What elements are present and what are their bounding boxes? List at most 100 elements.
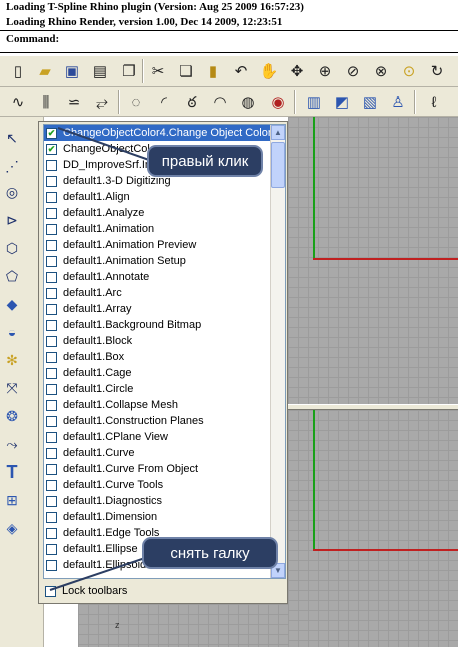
toolbar-checkbox[interactable] — [46, 463, 57, 475]
toolbar-checkbox[interactable] — [46, 271, 57, 283]
toolbar-checkbox[interactable] — [46, 479, 57, 491]
toolbar-checkbox[interactable] — [46, 511, 57, 523]
toolbar-list-item[interactable]: default1.Animation — [44, 221, 272, 237]
control-points-icon[interactable]: ⫼ — [34, 91, 58, 113]
circle-tool-icon[interactable]: ◎ — [2, 181, 22, 203]
open-folder-icon[interactable]: ▰ — [33, 60, 57, 82]
color-icon[interactable]: ◍ — [236, 91, 260, 113]
new-file-icon[interactable]: ▯ — [6, 60, 30, 82]
rotate-icon[interactable]: ↻ — [425, 60, 449, 82]
zoom-window-icon[interactable]: ⊕ — [313, 60, 337, 82]
curve-tool-icon[interactable]: ⊳ — [2, 209, 22, 231]
cut-icon[interactable]: ✂ — [146, 60, 170, 82]
print-icon[interactable]: ▤ — [88, 60, 112, 82]
point-icon[interactable]: ⋰ — [2, 155, 22, 177]
toolbar-list-item[interactable]: default1.Background Bitmap — [44, 317, 272, 333]
select-arrow-icon[interactable]: ↖ — [2, 127, 22, 149]
toolbar-list-item[interactable]: default1.Arc — [44, 285, 272, 301]
toolbar-checkbox[interactable] — [46, 303, 57, 315]
toolbar-checkbox[interactable] — [46, 367, 57, 379]
toolbar-checkbox[interactable]: ✔ — [46, 127, 57, 139]
import-icon[interactable]: ❐ — [117, 60, 141, 82]
zoom-dynamic-icon[interactable]: ⊘ — [341, 60, 365, 82]
user-icon[interactable]: ▧ — [358, 91, 382, 113]
properties-icon[interactable]: ▥ — [302, 91, 326, 113]
toolbar-list-item[interactable]: default1.Box — [44, 349, 272, 365]
lasso-select-icon[interactable]: ℓ — [422, 91, 446, 113]
lock-toolbars-option[interactable]: Lock toolbars — [45, 585, 127, 597]
toolbar-list-item[interactable]: default1.Array — [44, 301, 272, 317]
scroll-up-icon[interactable]: ▲ — [271, 125, 285, 140]
scroll-thumb[interactable] — [271, 142, 285, 188]
toolbar-checkbox[interactable] — [46, 287, 57, 299]
bottom-left-viewport[interactable] — [78, 604, 288, 647]
toolbar-list-item[interactable]: default1.Curve From Object — [44, 461, 272, 477]
toolbar-list-item[interactable]: default1.Animation Setup — [44, 253, 272, 269]
toolbar-checkbox[interactable] — [46, 415, 57, 427]
toolbar-checkbox[interactable] — [46, 399, 57, 411]
toolbar-list-item[interactable]: default1.Align — [44, 189, 272, 205]
toolbar-list-item[interactable]: default1.CPlane View — [44, 429, 272, 445]
lasso-icon[interactable]: ఠ — [180, 91, 204, 113]
toolbar-list-item[interactable]: default1.Circle — [44, 381, 272, 397]
render-cube-icon[interactable]: ◈ — [2, 517, 22, 539]
zoom-extents-icon[interactable]: ⊗ — [369, 60, 393, 82]
toolbar-checkbox[interactable] — [46, 383, 57, 395]
toolbar-checkbox[interactable] — [46, 447, 57, 459]
toolbar-checkbox[interactable] — [46, 239, 57, 251]
pan-hand-icon[interactable]: ✋ — [257, 60, 281, 82]
toolbar-list-item[interactable]: default1.Dimension — [44, 509, 272, 525]
toolbar-list-item[interactable]: default1.Analyze — [44, 205, 272, 221]
transform-icon[interactable]: ⤧ — [2, 377, 22, 399]
zoom-selected-icon[interactable]: ⊙ — [397, 60, 421, 82]
toolbar-list-item[interactable]: default1.Cage — [44, 365, 272, 381]
user-icon[interactable]: ♙ — [386, 91, 410, 113]
polyline-icon[interactable]: ⋍ — [62, 91, 86, 113]
toolbar-list-item[interactable]: default1.Diagnostics — [44, 493, 272, 509]
rebuild-icon[interactable]: ⥂ — [90, 91, 114, 113]
toolbar-checkbox[interactable] — [46, 527, 57, 539]
group-icon[interactable]: ⊞ — [2, 489, 22, 511]
cylinder-icon[interactable]: ◒ — [2, 321, 22, 343]
curve-icon[interactable]: ∿ — [6, 91, 30, 113]
toolbar-checkbox[interactable] — [46, 207, 57, 219]
toolbar-list[interactable]: ✔ ChangeObjectColor4.Change Object Color ✔… — [43, 124, 286, 579]
toolbar-checkbox[interactable] — [46, 543, 57, 555]
undo-icon[interactable]: ↶ — [229, 60, 253, 82]
toolbar-checkbox[interactable] — [46, 175, 57, 187]
copy-icon[interactable]: ❏ — [174, 60, 198, 82]
toolbar-checkbox[interactable] — [46, 255, 57, 267]
layer-icon[interactable]: ◉ — [266, 91, 290, 113]
toolbar-list-item[interactable]: default1.Animation Preview — [44, 237, 272, 253]
control-point-icon[interactable]: ⬠ — [2, 265, 22, 287]
toolbar-checkbox[interactable] — [46, 319, 57, 331]
toolbar-checkbox[interactable] — [46, 559, 57, 571]
toolbar-list-item[interactable]: default1.Curve — [44, 445, 272, 461]
arc-icon[interactable]: ◜ — [152, 91, 176, 113]
toolbar-list-item[interactable]: default1.Block — [44, 333, 272, 349]
toolbar-checkbox[interactable] — [46, 431, 57, 443]
polygon-icon[interactable]: ⬡ — [2, 237, 22, 259]
command-prompt[interactable]: Command: — [6, 33, 59, 45]
fillet-icon[interactable]: ✻ — [2, 349, 22, 371]
circle-icon[interactable]: ◌ — [124, 91, 148, 113]
paste-icon[interactable]: ▮ — [201, 60, 225, 82]
render-icon[interactable]: ◩ — [330, 91, 354, 113]
rotate-view-icon[interactable]: ✥ — [285, 60, 309, 82]
save-icon[interactable]: ▣ — [60, 60, 84, 82]
toolbar-checkbox[interactable] — [46, 495, 57, 507]
sweep-icon[interactable]: ⤳ — [2, 433, 22, 455]
toolbar-checkbox[interactable] — [46, 191, 57, 203]
toolbar-list-item[interactable]: default1.Annotate — [44, 269, 272, 285]
toolbar-list-item[interactable]: ✔ ChangeObjectColor4.Change Object Color — [44, 125, 272, 141]
toolbar-list-item[interactable]: default1.Collapse Mesh — [44, 397, 272, 413]
toolbar-checkbox[interactable] — [46, 335, 57, 347]
vertical-scrollbar[interactable]: ▲ ▼ — [270, 125, 285, 578]
text-tool-icon[interactable]: T — [2, 461, 22, 483]
toolbar-checkbox[interactable] — [46, 351, 57, 363]
box-solid-icon[interactable]: ◆ — [2, 293, 22, 315]
toolbar-checkbox[interactable] — [46, 159, 57, 171]
toolbar-list-item[interactable]: default1.Curve Tools — [44, 477, 272, 493]
toolbar-checkbox[interactable]: ✔ — [46, 143, 57, 155]
boolean-icon[interactable]: ❂ — [2, 405, 22, 427]
